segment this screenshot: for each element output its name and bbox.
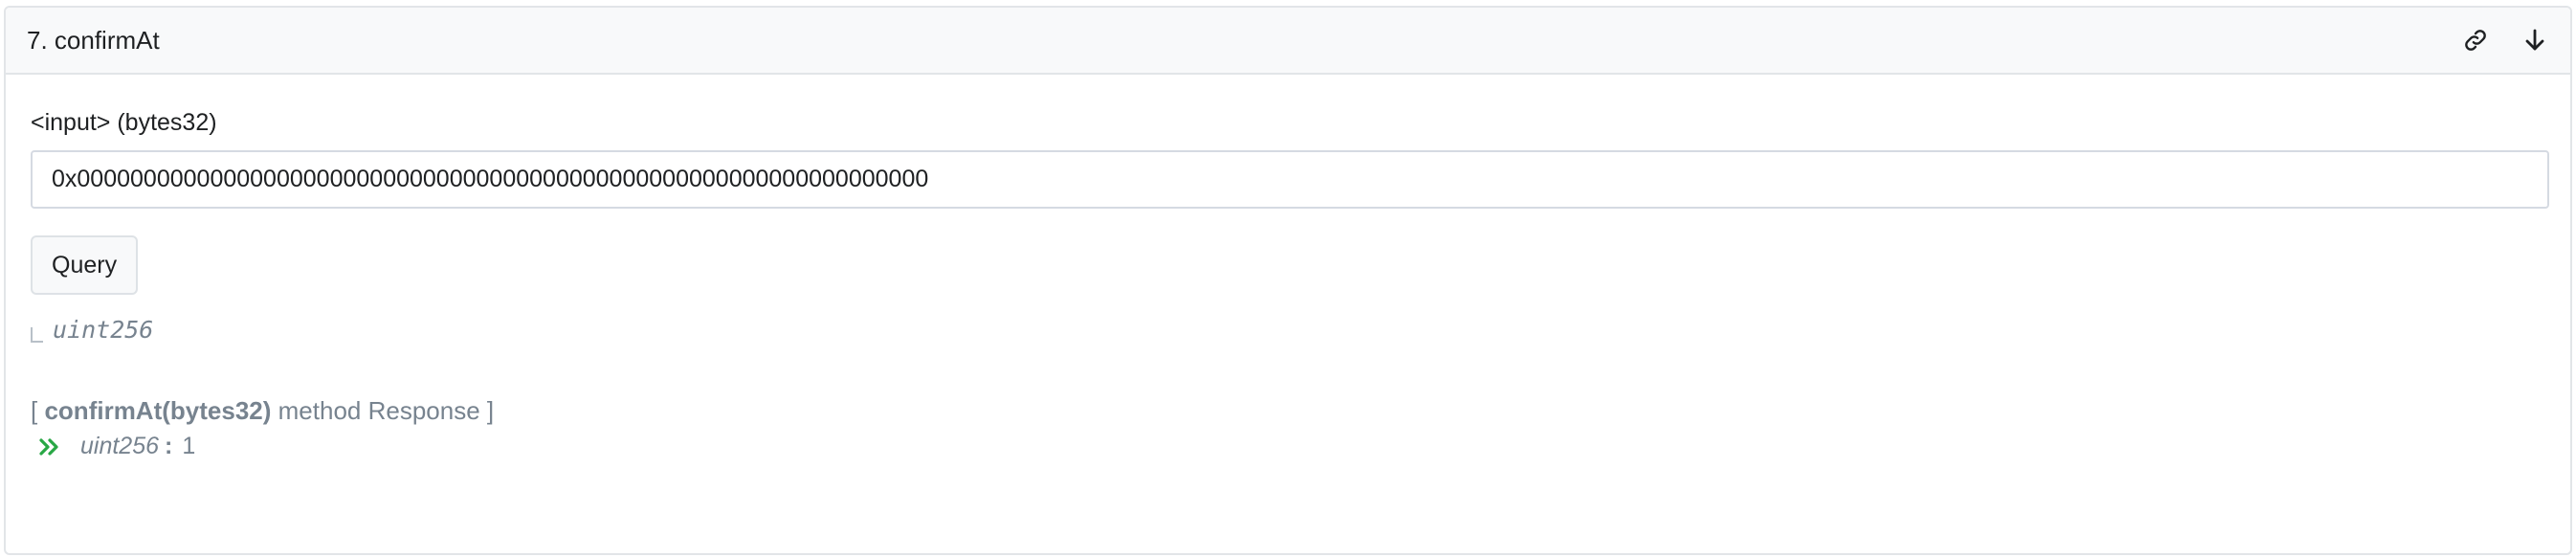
method-card: 7. confirmAt <input> (bytes32) Query uin… [4,6,2572,555]
tree-branch-icon [31,326,43,343]
return-type-line: uint256 [31,316,153,344]
card-header: 7. confirmAt [6,8,2570,75]
double-chevron-right-icon [39,437,58,456]
response-row: uint256 : 1 [38,433,195,460]
response-method-name: confirmAt(bytes32) [44,396,272,425]
link-icon[interactable] [2461,26,2490,55]
response-suffix: method Response ] [278,396,495,425]
return-type: uint256 [53,316,154,344]
query-button[interactable]: Query [31,235,139,295]
response-heading: [ confirmAt(bytes32) method Response ] [31,396,494,426]
header-actions [2461,26,2549,55]
response-open-bracket: [ [31,396,38,425]
bytes32-input[interactable] [31,150,2549,209]
response-type: uint256 [80,433,160,459]
response-colon: : [165,433,173,459]
method-title: 7. confirmAt [27,25,160,55]
arrow-down-icon[interactable] [2520,26,2549,55]
response-value: 1 [182,433,196,459]
input-label: <input> (bytes32) [31,109,217,136]
